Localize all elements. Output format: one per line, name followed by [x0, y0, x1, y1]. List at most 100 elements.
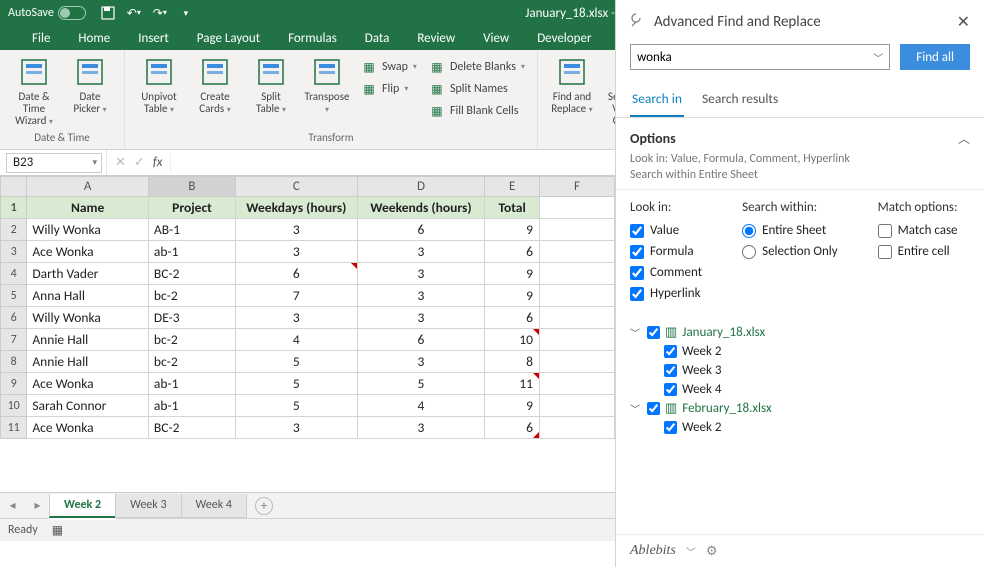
cell[interactable]: Willy Wonka [27, 219, 149, 241]
row-header[interactable]: 5 [1, 285, 27, 307]
cell[interactable]: 3 [357, 351, 485, 373]
tree-sheet[interactable]: Week 4 [630, 380, 970, 399]
cell[interactable] [539, 241, 614, 263]
tree-sheet[interactable]: Week 2 [630, 342, 970, 361]
col-header[interactable]: A [27, 177, 149, 197]
ribbon-btn-swap[interactable]: ▦Swap ▾ [359, 56, 419, 78]
cell[interactable] [539, 219, 614, 241]
cell[interactable]: ab-1 [148, 241, 235, 263]
row-header[interactable]: 9 [1, 373, 27, 395]
sheet-tab[interactable]: Week 3 [115, 494, 181, 518]
tab-review[interactable]: Review [403, 27, 469, 50]
cell[interactable]: 9 [485, 395, 540, 417]
row-header[interactable]: 7 [1, 329, 27, 351]
col-header[interactable]: C [236, 177, 358, 197]
cell[interactable]: bc-2 [148, 351, 235, 373]
pane-tab[interactable]: Search results [700, 86, 780, 117]
cell[interactable]: 9 [485, 285, 540, 307]
row-header[interactable]: 1 [1, 197, 27, 219]
ribbon-btn-date-time-wizard[interactable]: Date &Time Wizard ▾ [6, 54, 62, 130]
enter-icon[interactable]: ✓ [134, 155, 145, 170]
row-header[interactable]: 6 [1, 307, 27, 329]
cell[interactable]: bc-2 [148, 329, 235, 351]
cell[interactable]: 5 [236, 351, 358, 373]
autosave-toggle[interactable] [58, 6, 86, 20]
cell[interactable]: ab-1 [148, 395, 235, 417]
cell[interactable]: 5 [236, 395, 358, 417]
search-dropdown-icon[interactable]: ﹀ [873, 50, 883, 65]
cell[interactable]: 10 [485, 329, 540, 351]
cell[interactable]: 3 [357, 263, 485, 285]
cell[interactable]: 3 [236, 307, 358, 329]
cell[interactable]: 8 [485, 351, 540, 373]
grid[interactable]: ABCDEF1NameProjectWeekdays (hours)Weeken… [0, 176, 615, 492]
add-sheet-button[interactable]: + [255, 497, 273, 515]
search-input[interactable] [637, 50, 873, 65]
undo-icon[interactable]: ↶ ▾ [126, 5, 142, 21]
cell[interactable]: Ace Wonka [27, 241, 149, 263]
cell[interactable]: ab-1 [148, 373, 235, 395]
col-header[interactable]: E [485, 177, 540, 197]
cell[interactable] [539, 395, 614, 417]
tree-sheet[interactable]: Week 3 [630, 361, 970, 380]
name-box[interactable]: B23 [6, 153, 102, 173]
header-cell[interactable]: Project [148, 197, 235, 219]
ribbon-btn-date-picker[interactable]: DatePicker ▾ [62, 54, 118, 118]
header-cell[interactable]: Total [485, 197, 540, 219]
cell[interactable] [539, 329, 614, 351]
cell[interactable]: 4 [357, 395, 485, 417]
cell[interactable]: Ace Wonka [27, 373, 149, 395]
cell[interactable]: Sarah Connor [27, 395, 149, 417]
cell[interactable]: bc-2 [148, 285, 235, 307]
tab-page-layout[interactable]: Page Layout [183, 27, 274, 50]
cell[interactable]: 3 [357, 307, 485, 329]
tab-file[interactable]: File [18, 27, 64, 50]
cell[interactable]: 9 [485, 219, 540, 241]
ribbon-btn-split-names[interactable]: ▦Split Names [427, 78, 527, 100]
lookin-formula[interactable]: Formula [630, 244, 702, 259]
tab-view[interactable]: View [469, 27, 523, 50]
chevron-down-icon[interactable]: ﹀ [630, 401, 642, 416]
row-header[interactable]: 2 [1, 219, 27, 241]
cell[interactable]: Ace Wonka [27, 417, 149, 439]
row-header[interactable]: 3 [1, 241, 27, 263]
col-header[interactable]: F [539, 177, 614, 197]
ribbon-btn-delete-blanks[interactable]: ▦Delete Blanks ▾ [427, 56, 527, 78]
cell[interactable]: 6 [357, 329, 485, 351]
ribbon-btn-split-table[interactable]: SplitTable ▾ [243, 54, 299, 118]
sheet-nav[interactable]: ◂▸ [0, 498, 50, 513]
tree-sheet[interactable]: Week 2 [630, 418, 970, 437]
cancel-icon[interactable]: ✕ [115, 155, 126, 170]
cell[interactable] [539, 307, 614, 329]
lookin-comment[interactable]: Comment [630, 265, 702, 280]
cell[interactable]: Willy Wonka [27, 307, 149, 329]
chevron-up-icon[interactable]: ︿ [958, 130, 970, 147]
cell[interactable]: 3 [357, 285, 485, 307]
tab-formulas[interactable]: Formulas [274, 27, 351, 50]
gear-icon[interactable]: ⚙ [706, 544, 718, 559]
cell[interactable]: 6 [485, 307, 540, 329]
cell[interactable]: 3 [236, 417, 358, 439]
search-box[interactable]: ﹀ [630, 44, 890, 70]
tree-file[interactable]: ﹀▥January_18.xlsx [630, 323, 970, 342]
lookin-value[interactable]: Value [630, 223, 702, 238]
searchwithin-selection-only[interactable]: Selection Only [742, 244, 838, 259]
cell[interactable]: 3 [236, 241, 358, 263]
ribbon-btn-flip[interactable]: ▦Flip ▾ [359, 78, 419, 100]
cell[interactable]: Annie Hall [27, 351, 149, 373]
cell[interactable] [539, 351, 614, 373]
tab-developer[interactable]: Developer [523, 27, 605, 50]
ribbon-btn-transpose[interactable]: Transpose ▾ [299, 54, 355, 118]
cell[interactable]: 9 [485, 263, 540, 285]
searchwithin-entire-sheet[interactable]: Entire Sheet [742, 223, 838, 238]
cell[interactable] [539, 417, 614, 439]
options-section[interactable]: ︿ Options Look in: Value, Formula, Comme… [616, 118, 984, 190]
cell[interactable]: BC-2 [148, 263, 235, 285]
cell[interactable]: Anna Hall [27, 285, 149, 307]
cell[interactable]: AB-1 [148, 219, 235, 241]
sheet-tab[interactable]: Week 2 [49, 494, 116, 518]
cell[interactable]: Annie Hall [27, 329, 149, 351]
cell[interactable]: 7 [236, 285, 358, 307]
col-header[interactable] [1, 177, 27, 197]
cell[interactable]: 3 [236, 219, 358, 241]
